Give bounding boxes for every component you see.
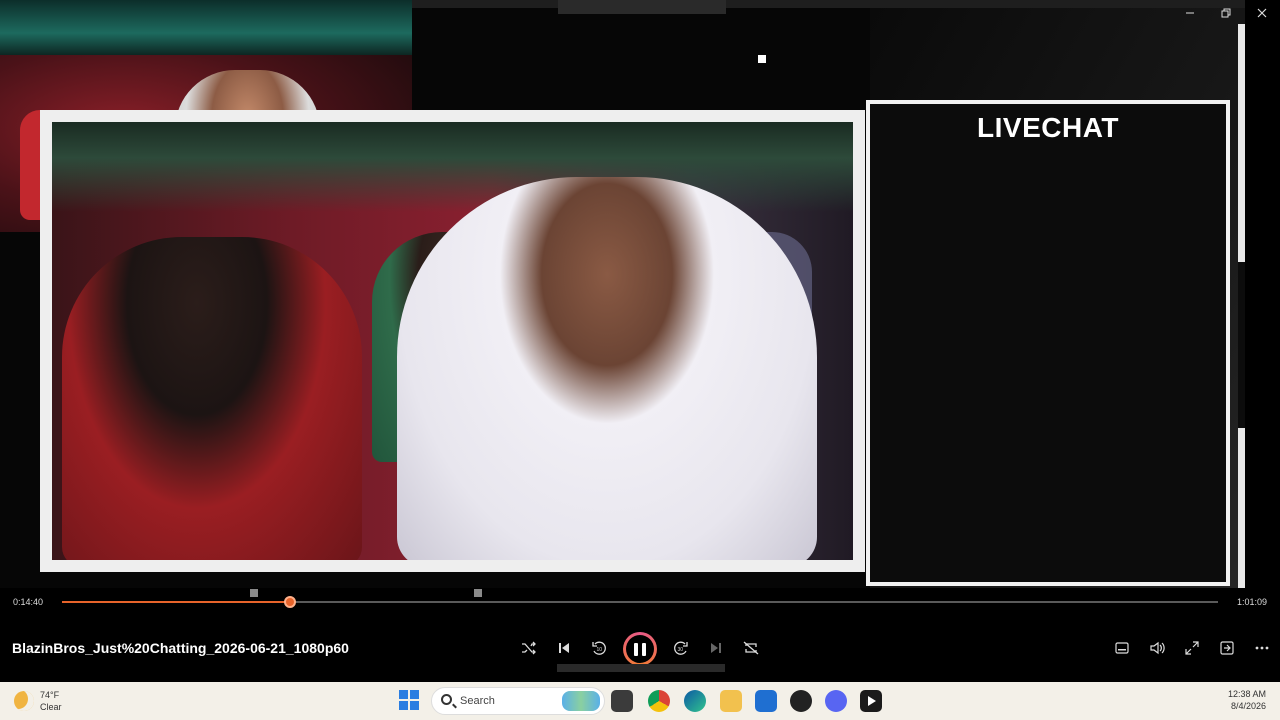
- start-button[interactable]: [399, 690, 419, 710]
- chrome-icon[interactable]: [648, 690, 670, 712]
- overlay-dot: [758, 55, 766, 63]
- more-options-button[interactable]: [1248, 634, 1276, 662]
- chapter-marker: [474, 589, 482, 597]
- previous-icon: [559, 643, 569, 653]
- pause-button[interactable]: [623, 632, 657, 666]
- volume-button[interactable]: [1143, 634, 1171, 662]
- livechat-title: LIVECHAT: [977, 112, 1119, 143]
- moon-icon: [14, 691, 34, 711]
- system-clock[interactable]: 12:38 AM 8/4/2026: [1228, 688, 1266, 712]
- person-main: [397, 177, 817, 560]
- repeat-off-button[interactable]: [737, 634, 765, 662]
- seek-bar[interactable]: [62, 589, 1218, 608]
- chapter-marker: [250, 589, 258, 597]
- clock-time: 12:38 AM: [1227, 689, 1266, 699]
- clock-date: 8/4/2026: [1230, 701, 1266, 711]
- main-cam: [52, 122, 853, 560]
- video-surface[interactable]: THE HUB LIVECHAT: [0, 0, 1245, 588]
- total-time: 1:01:09: [1236, 597, 1267, 607]
- weather-temp: 74°F: [40, 690, 60, 700]
- skip-forward-30-icon: 30: [674, 641, 688, 655]
- weather-condition: Clear: [40, 702, 62, 712]
- discord-icon[interactable]: [825, 690, 847, 712]
- svg-text:30: 30: [678, 647, 684, 653]
- file-explorer-icon[interactable]: [611, 690, 633, 712]
- previous-button[interactable]: [550, 634, 578, 662]
- person-left: [62, 237, 362, 560]
- minimize-icon: [1186, 12, 1194, 14]
- volume-icon: [1150, 641, 1165, 655]
- fullscreen-button[interactable]: [1178, 634, 1206, 662]
- next-icon: [711, 643, 721, 653]
- right-border-gap: [1238, 262, 1245, 428]
- search-label: Search: [460, 695, 495, 707]
- windows-taskbar: 74°F Clear Search 12:38 AM 8/4/2026: [0, 682, 1280, 720]
- repeat-off-icon: [743, 641, 759, 655]
- livechat-panel: LIVECHAT: [866, 100, 1230, 586]
- current-time: 0:14:40: [13, 597, 44, 607]
- shuffle-icon: [522, 641, 536, 655]
- more-icon: [1255, 646, 1269, 650]
- seek-handle[interactable]: [283, 596, 296, 608]
- media-player-window: THE HUB LIVECHAT 0:14:40: [0, 0, 1280, 682]
- top-drag-bar: [412, 0, 1245, 14]
- media-player-icon[interactable]: [860, 690, 882, 712]
- skip-forward-button[interactable]: 30: [667, 634, 695, 662]
- skip-back-button[interactable]: 10: [585, 634, 613, 662]
- miniplayer-button[interactable]: [1213, 634, 1241, 662]
- fullscreen-icon: [1185, 641, 1199, 655]
- window-controls: [1172, 0, 1280, 26]
- bottom-drag-bar: [557, 664, 725, 672]
- skip-back-10-icon: 10: [592, 641, 606, 655]
- store-icon[interactable]: [755, 690, 777, 712]
- miniplayer-icon: [1220, 641, 1234, 655]
- restore-button[interactable]: [1208, 0, 1244, 26]
- search-highlight-art: [562, 691, 600, 711]
- background-lamp: [52, 122, 853, 212]
- folder-icon[interactable]: [720, 690, 742, 712]
- weather-widget[interactable]: 74°F Clear: [14, 689, 62, 713]
- pause-icon: [626, 635, 654, 663]
- next-button[interactable]: [702, 634, 730, 662]
- captions-icon: [1115, 642, 1129, 654]
- media-title: BlazinBros_Just%20Chatting_2026-06-21_10…: [12, 640, 349, 656]
- seek-progress: [62, 601, 290, 603]
- close-button[interactable]: [1244, 0, 1280, 26]
- minimize-button[interactable]: [1172, 0, 1208, 26]
- app-icon[interactable]: [790, 690, 812, 712]
- svg-text:10: 10: [597, 647, 603, 653]
- search-icon: [441, 694, 452, 705]
- close-icon: [1257, 8, 1267, 18]
- shelf-lights: [0, 0, 412, 55]
- player-controls: 0:14:40 1:01:09 BlazinBros_Just%20Chatti…: [0, 588, 1280, 682]
- edge-icon[interactable]: [684, 690, 706, 712]
- shuffle-button[interactable]: [515, 634, 543, 662]
- taskbar-search[interactable]: Search: [431, 687, 605, 715]
- restore-icon: [1221, 8, 1231, 18]
- captions-button[interactable]: [1108, 634, 1136, 662]
